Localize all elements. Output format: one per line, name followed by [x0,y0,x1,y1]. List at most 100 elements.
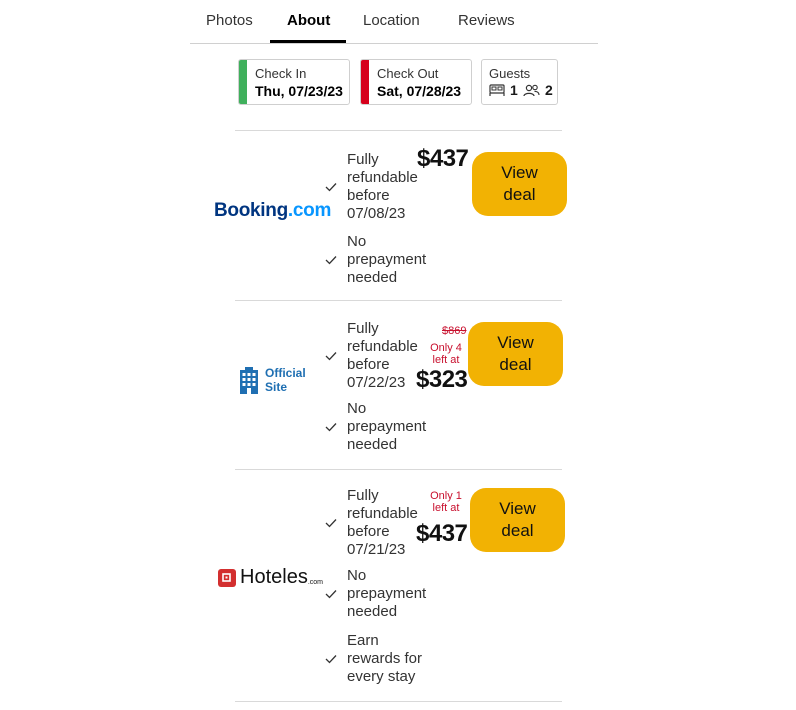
check-icon [325,256,337,265]
feature-text: Fully refundable before 07/21/23 [347,487,418,559]
feature-line: needed [347,436,398,453]
feature-line: prepayment [347,418,427,435]
guests-label: Guests [489,66,531,81]
feature-line: No [347,400,367,417]
check-in-label: Check In [255,66,307,81]
feature-line: refundable [347,169,418,186]
feature-text: Fully refundable before 07/22/23 [347,320,418,392]
active-tab-indicator [270,40,346,43]
check-in-accent [239,60,247,104]
feature-refundable: Fully refundable before 07/22/23 [324,320,418,392]
feature-line: rewards for [347,650,423,667]
feature-text: Earn rewards for every stay [347,632,422,686]
price: $437 [417,145,469,172]
feature-line: Fully [347,320,379,337]
check-in-field[interactable]: Check In Thu, 07/23/23 [238,59,350,105]
building-icon [240,366,258,394]
check-icon [325,655,337,664]
check-in-value: Thu, 07/23/23 [255,83,343,99]
official-site-text: Official [265,366,306,380]
people-icon [523,84,540,96]
feature-no-prepayment: No prepayment needed [324,400,426,454]
availability-line: left at [432,502,460,514]
feature-line: before [347,356,390,373]
availability-line: Only 1 [430,490,462,502]
rooms-count: 1 [489,82,518,98]
check-icon [325,590,337,599]
feature-refundable: Fully refundable before 07/21/23 [324,487,418,559]
feature-no-prepayment: No prepayment needed [324,233,426,287]
hoteles-logo-text: Hoteles [240,566,308,588]
feature-line: needed [347,269,398,286]
feature-no-prepayment: No prepayment needed [324,567,426,621]
hoteles-logo-icon [218,568,236,587]
price: $323 [416,366,468,393]
divider [235,130,562,131]
feature-line: 07/22/23 [347,374,406,391]
feature-line: every stay [347,668,416,685]
tab-about[interactable]: About [287,12,330,29]
booking-logo-text: Booking [214,200,288,221]
feature-line: 07/21/23 [347,541,406,558]
feature-refundable: Fully refundable before 07/08/23 [324,151,418,223]
check-out-label: Check Out [377,66,439,81]
availability-line: left at [432,354,460,366]
bed-icon [489,83,505,96]
official-site-text: Site [265,380,288,394]
feature-line: prepayment [347,585,427,602]
feature-text: No prepayment needed [347,400,426,454]
booking-logo: Booking.com [214,200,331,222]
feature-text: Fully refundable before 07/08/23 [347,151,418,223]
tab-location[interactable]: Location [363,12,420,29]
official-site-logo: Official Site [239,366,306,394]
view-deal-button[interactable]: View deal [468,322,563,386]
button-line: View [499,499,536,518]
check-out-value: Sat, 07/28/23 [377,83,462,99]
divider [235,701,562,702]
feature-line: before [347,523,390,540]
feature-line: No [347,233,367,250]
button-line: deal [503,185,536,204]
tab-photos[interactable]: Photos [206,12,253,29]
check-out-accent [361,60,369,104]
rooms-value: 1 [510,82,518,98]
feature-text: No prepayment needed [347,233,426,287]
feature-text: No prepayment needed [347,567,426,621]
feature-line: before [347,187,390,204]
feature-line: No [347,567,367,584]
view-deal-button[interactable]: View deal [470,488,565,552]
guests-field[interactable]: Guests 1 2 [481,59,558,105]
availability-notice: Only 1 left at [426,490,466,514]
view-deal-button[interactable]: View deal [472,152,567,216]
tab-reviews[interactable]: Reviews [458,12,515,29]
divider [235,300,562,301]
button-line: View [501,163,538,182]
feature-line: prepayment [347,251,427,268]
feature-line: refundable [347,338,418,355]
feature-line: Earn [347,632,379,649]
availability-notice: Only 4 left at [426,342,466,366]
divider [235,469,562,470]
button-line: deal [501,521,534,540]
check-icon [325,519,337,528]
feature-rewards: Earn rewards for every stay [324,632,422,686]
hoteles-logo: Hoteles .com [218,566,323,589]
feature-line: Fully [347,487,379,504]
tab-bar: Photos About Location Reviews [190,0,598,44]
adults-count: 2 [523,82,553,98]
price: $437 [416,520,468,547]
feature-line: Fully [347,151,379,168]
availability-line: Only 4 [430,342,462,354]
button-line: View [497,333,534,352]
feature-line: 07/08/23 [347,205,406,222]
original-price: $869 [442,325,467,337]
hoteles-logo-suffix: .com [307,579,323,586]
check-icon [325,183,337,192]
feature-line: refundable [347,505,418,522]
check-icon [325,423,337,432]
button-line: deal [499,355,532,374]
feature-line: needed [347,603,398,620]
adults-value: 2 [545,82,553,98]
check-out-field[interactable]: Check Out Sat, 07/28/23 [360,59,472,105]
check-icon [325,352,337,361]
